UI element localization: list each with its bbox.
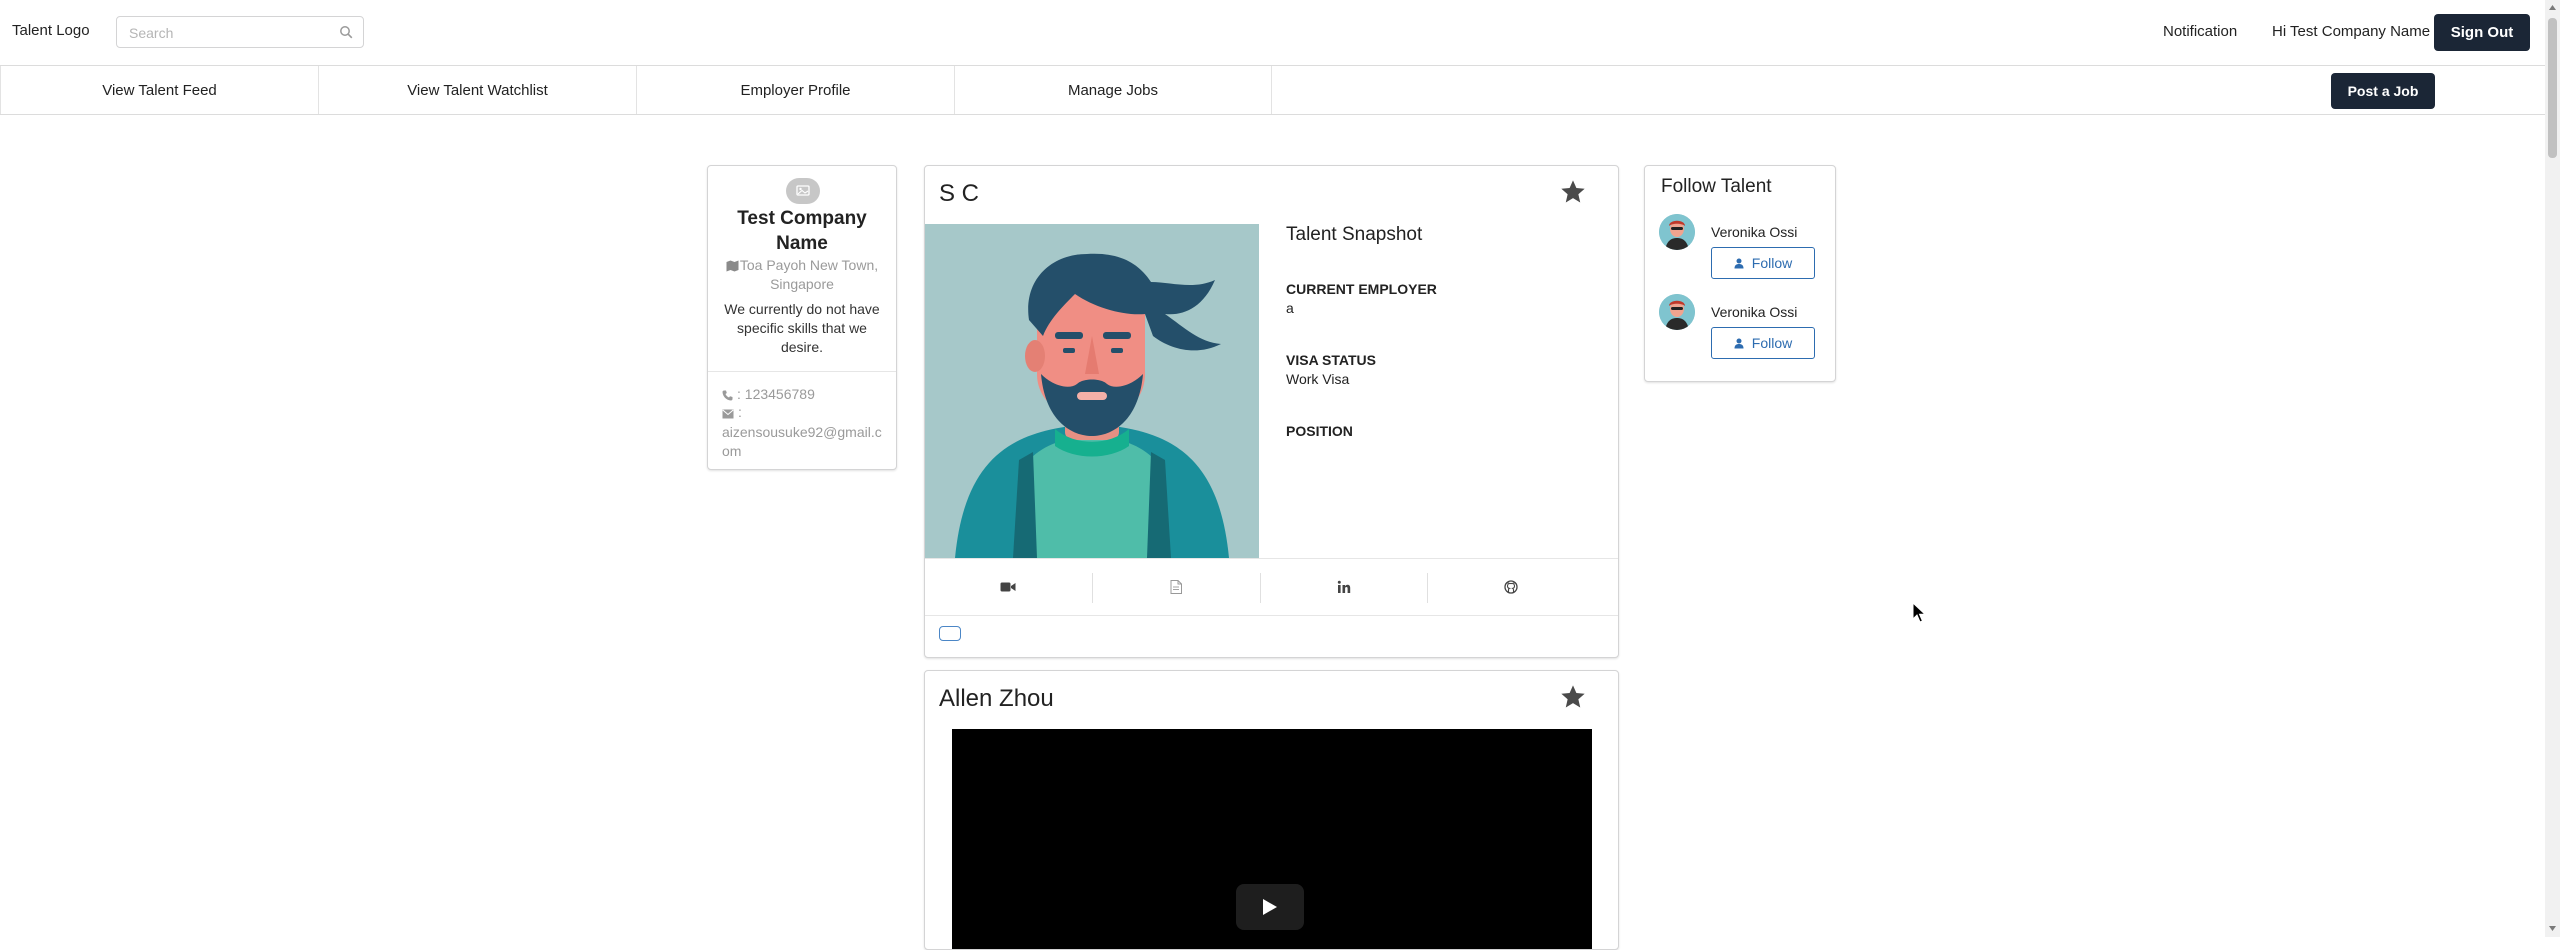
scroll-up-arrow-icon[interactable] bbox=[2548, 2, 2557, 14]
search-input[interactable] bbox=[127, 17, 331, 49]
envelope-icon bbox=[722, 409, 734, 419]
scroll-down-arrow-icon[interactable] bbox=[2548, 922, 2557, 934]
video-tool[interactable] bbox=[925, 559, 1091, 615]
nav-view-talent-feed[interactable]: View Talent Feed bbox=[0, 66, 318, 114]
follow-button[interactable]: Follow bbox=[1711, 247, 1815, 279]
follow-talent-name[interactable]: Veronika Ossi bbox=[1711, 224, 1797, 240]
skill-tag[interactable] bbox=[939, 626, 961, 641]
github-tool[interactable] bbox=[1428, 559, 1594, 615]
star-watchlist-icon[interactable] bbox=[1559, 178, 1587, 206]
avatar bbox=[1659, 294, 1695, 330]
avatar bbox=[1659, 214, 1695, 250]
linkedin-tool[interactable] bbox=[1261, 559, 1427, 615]
mouse-cursor-icon bbox=[1912, 602, 1926, 623]
nav-view-talent-watchlist[interactable]: View Talent Watchlist bbox=[318, 66, 636, 114]
talent-card: Allen Zhou bbox=[924, 670, 1619, 950]
user-icon bbox=[1734, 338, 1744, 348]
talent-name: Allen Zhou bbox=[939, 685, 1054, 712]
company-email-colon: : bbox=[738, 404, 742, 420]
play-icon[interactable] bbox=[1262, 898, 1278, 916]
phone-icon bbox=[722, 390, 733, 401]
company-phone: : 123456789 bbox=[722, 386, 815, 402]
notification-link[interactable]: Notification bbox=[2163, 23, 2237, 40]
star-watchlist-icon[interactable] bbox=[1559, 683, 1587, 711]
talent-logo[interactable]: Talent Logo bbox=[12, 22, 90, 39]
company-description: We currently do not have specific skills… bbox=[724, 301, 880, 355]
page-scrollbar[interactable] bbox=[2545, 0, 2560, 937]
map-icon bbox=[726, 260, 739, 272]
company-location: Toa Payoh New Town, Singapore bbox=[718, 256, 886, 294]
image-placeholder-icon bbox=[796, 185, 810, 196]
position-label: POSITION bbox=[1286, 423, 1353, 439]
company-location-text: Toa Payoh New Town, Singapore bbox=[739, 257, 879, 292]
follow-talent-card: Follow Talent Veronika Ossi Follow Veron… bbox=[1644, 165, 1836, 382]
user-icon bbox=[1734, 258, 1744, 268]
sign-out-button[interactable]: Sign Out bbox=[2434, 14, 2530, 51]
file-icon[interactable] bbox=[1170, 580, 1182, 594]
visa-status-label: VISA STATUS bbox=[1286, 352, 1376, 368]
talent-tool-row bbox=[925, 558, 1618, 616]
video-camera-icon[interactable] bbox=[1000, 581, 1016, 593]
avatar-illustration bbox=[925, 224, 1259, 558]
talent-card: S C Talent Snapshot CURRENT EMPLOYER a V… bbox=[924, 165, 1619, 658]
company-email-label: : bbox=[722, 404, 742, 420]
follow-talent-name[interactable]: Veronika Ossi bbox=[1711, 304, 1797, 320]
resume-tool[interactable] bbox=[1093, 559, 1259, 615]
scrollbar-thumb[interactable] bbox=[2548, 18, 2557, 158]
user-greeting[interactable]: Hi Test Company Name bbox=[2272, 23, 2430, 40]
linkedin-icon[interactable] bbox=[1337, 580, 1351, 594]
talent-video[interactable] bbox=[952, 729, 1592, 949]
nav-employer-profile[interactable]: Employer Profile bbox=[636, 66, 954, 114]
person-avatar-icon bbox=[1659, 214, 1695, 250]
company-card: Test Company Name Toa Payoh New Town, Si… bbox=[707, 165, 897, 470]
search-icon[interactable] bbox=[339, 25, 353, 39]
company-phone-text: : 123456789 bbox=[737, 386, 815, 402]
current-employer-value: a bbox=[1286, 300, 1294, 316]
company-name: Test Company Name bbox=[737, 208, 867, 254]
post-job-button[interactable]: Post a Job bbox=[2331, 73, 2435, 109]
talent-photo bbox=[925, 224, 1259, 558]
play-button[interactable] bbox=[1236, 884, 1304, 930]
follow-button-label: Follow bbox=[1751, 335, 1793, 351]
search-box[interactable] bbox=[116, 16, 364, 49]
top-bar: Talent Logo Notification Hi Test Company… bbox=[0, 0, 2545, 64]
follow-button-label: Follow bbox=[1751, 255, 1793, 271]
company-avatar bbox=[786, 178, 820, 204]
nav-manage-jobs[interactable]: Manage Jobs bbox=[954, 66, 1272, 114]
visa-status-value: Work Visa bbox=[1286, 371, 1350, 387]
follow-talent-title: Follow Talent bbox=[1661, 176, 1772, 197]
talent-name: S C bbox=[939, 180, 980, 207]
follow-button[interactable]: Follow bbox=[1711, 327, 1815, 359]
company-email: aizensousuke92@gmail.com bbox=[722, 424, 882, 459]
person-avatar-icon bbox=[1659, 294, 1695, 330]
github-icon[interactable] bbox=[1504, 580, 1518, 594]
divider bbox=[708, 371, 896, 372]
current-employer-label: CURRENT EMPLOYER bbox=[1286, 281, 1437, 297]
talent-snapshot-title: Talent Snapshot bbox=[1286, 224, 1423, 245]
main-nav: View Talent Feed View Talent Watchlist E… bbox=[0, 65, 2545, 115]
